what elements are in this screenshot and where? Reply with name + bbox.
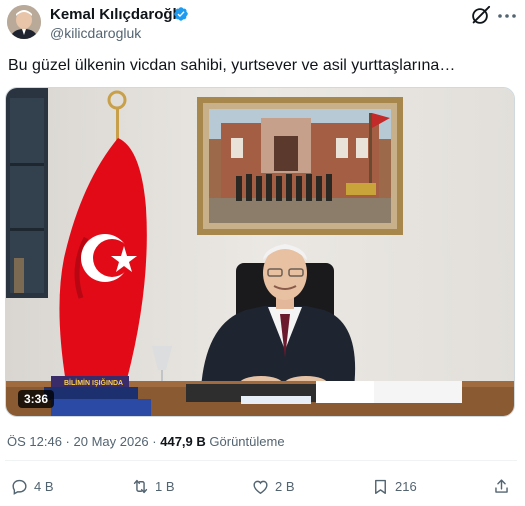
reply-button[interactable]: 4 B bbox=[10, 475, 54, 497]
repost-button[interactable]: 1 B bbox=[131, 475, 175, 497]
avatar-photo-icon bbox=[7, 5, 41, 39]
like-count: 2 B bbox=[275, 478, 295, 494]
video-player[interactable]: BİLİMİN IŞIĞINDA 3:36 bbox=[5, 87, 515, 417]
tweet-time[interactable]: ÖS 12:46 bbox=[7, 434, 62, 449]
reply-count: 4 B bbox=[34, 478, 54, 494]
video-thumbnail: BİLİMİN IŞIĞINDA bbox=[6, 88, 514, 416]
views-label: Görüntüleme bbox=[209, 434, 285, 449]
author-handle[interactable]: @kilicdarogluk bbox=[50, 24, 141, 42]
heart-icon bbox=[253, 480, 268, 494]
repost-count: 1 B bbox=[155, 478, 175, 494]
share-icon bbox=[495, 478, 508, 493]
tweet-meta: ÖS 12:46 · 20 May 2026 · 447,9 B Görüntü… bbox=[7, 433, 285, 450]
share-button[interactable] bbox=[492, 475, 511, 497]
views-count: 447,9 B bbox=[160, 434, 206, 449]
video-duration: 3:36 bbox=[18, 390, 55, 408]
avatar[interactable] bbox=[7, 5, 41, 39]
more-options-icon[interactable] bbox=[496, 8, 518, 24]
meta-separator: · bbox=[61, 434, 74, 449]
meta-separator: · bbox=[148, 434, 161, 449]
like-button[interactable]: 2 B bbox=[251, 475, 295, 497]
tweet-date[interactable]: 20 May 2026 bbox=[74, 434, 149, 449]
author-name[interactable]: Kemal Kılıçdaroğlu bbox=[50, 6, 186, 24]
book-title: BİLİMİN IŞIĞINDA bbox=[64, 378, 123, 387]
divider bbox=[5, 460, 517, 461]
tweet-text: Bu güzel ülkenin vicdan sahibi, yurtseve… bbox=[8, 57, 456, 74]
reply-icon bbox=[12, 479, 27, 495]
bookmark-count: 216 bbox=[395, 478, 417, 494]
verified-badge-icon bbox=[174, 7, 188, 21]
repost-icon bbox=[133, 479, 148, 493]
bookmark-icon bbox=[375, 479, 386, 494]
grok-icon[interactable] bbox=[469, 5, 491, 27]
bookmark-button[interactable]: 216 bbox=[371, 475, 417, 497]
